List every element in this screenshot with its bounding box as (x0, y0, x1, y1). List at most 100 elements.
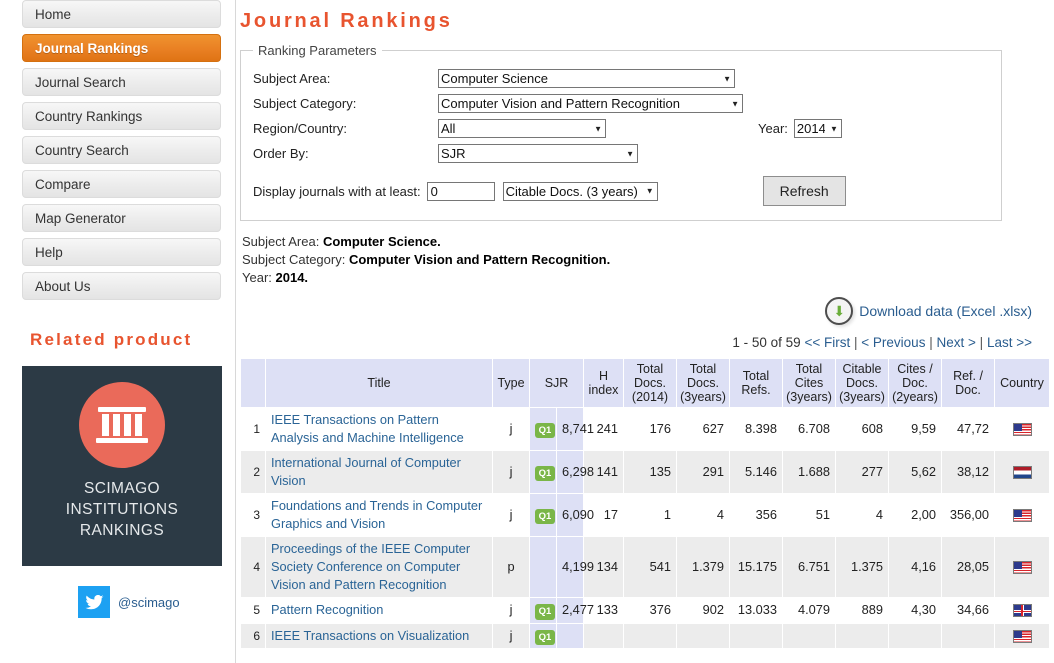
subject-area-select[interactable]: Computer Science (438, 69, 735, 88)
row-cites-per-doc (888, 622, 942, 649)
row-sjr: 4,199 (556, 536, 594, 598)
journal-title-link[interactable]: IEEE Transactions on Pattern Analysis an… (271, 412, 464, 445)
col-total-docs-3years[interactable]: Total Docs. (3years) (676, 358, 730, 408)
col-h-index[interactable]: H index (583, 358, 624, 408)
row-total-refs: 13.033 (729, 597, 783, 624)
sidebar-item-journal-rankings[interactable]: Journal Rankings (22, 34, 221, 62)
related-product-heading: Related product (30, 330, 193, 349)
row-index: 1 (240, 407, 266, 451)
row-sjr: 6,298 (556, 450, 594, 494)
sidebar-item-help[interactable]: Help (22, 238, 221, 266)
region-country-select[interactable]: All (438, 119, 606, 138)
rankings-table-wrap: Title Type SJR H index Total Docs. (2014… (240, 358, 1050, 649)
row-cites-per-doc: 2,00 (888, 493, 942, 537)
row-sjr: 8,741 (556, 407, 594, 451)
journal-title-link[interactable]: Foundations and Trends in Computer Graph… (271, 498, 482, 531)
sidebar-item-journal-search[interactable]: Journal Search (22, 68, 221, 96)
col-citable-docs-3years[interactable]: Citable Docs. (3years) (835, 358, 889, 408)
pagination-previous[interactable]: < Previous (861, 335, 925, 350)
pagination: 1 - 50 of 59 << First | < Previous | Nex… (240, 335, 1040, 350)
journal-title-link[interactable]: Proceedings of the IEEE Computer Society… (271, 541, 470, 592)
journal-title-link[interactable]: International Journal of Computer Vision (271, 455, 461, 488)
twitter-handle: @scimago (118, 594, 180, 610)
row-total-docs-3years: 291 (676, 450, 730, 494)
year-select[interactable]: 2014 (793, 119, 842, 138)
sidebar-item-about-us[interactable]: About Us (22, 272, 221, 300)
row-total-refs: 356 (729, 493, 783, 537)
table-row: 1 IEEE Transactions on Pattern Analysis … (240, 407, 1050, 451)
row-quartile: Q1 (529, 622, 557, 649)
order-by-select[interactable]: SJR (438, 144, 638, 163)
subject-category-select[interactable]: Computer Vision and Pattern Recognition (438, 94, 743, 113)
table-row: 5 Pattern Recognition j Q1 2,477 133 376… (240, 597, 1050, 624)
row-index: 6 (240, 622, 266, 649)
ranking-parameters-panel: Ranking Parameters Subject Area: Compute… (240, 43, 1002, 221)
table-row: 3 Foundations and Trends in Computer Gra… (240, 493, 1050, 537)
row-type: j (492, 622, 530, 649)
row-total-docs-2014: 376 (623, 597, 677, 624)
col-cites-per-doc-2years[interactable]: Cites / Doc. (2years) (888, 358, 942, 408)
sidebar-item-label: Map Generator (35, 211, 126, 226)
pagination-first[interactable]: << First (804, 335, 850, 350)
twitter-link[interactable]: @scimago (78, 586, 221, 618)
sidebar-item-label: Home (35, 7, 72, 22)
subject-area-row: Subject Area: Computer Science (253, 68, 989, 89)
pagination-next[interactable]: Next > (937, 335, 976, 350)
sidebar-item-label: Journal Rankings (35, 41, 149, 56)
row-total-docs-2014: 176 (623, 407, 677, 451)
subject-category-select-wrap: Computer Vision and Pattern Recognition (438, 94, 743, 113)
sidebar-item-country-search[interactable]: Country Search (22, 136, 221, 164)
subject-area-select-wrap: Computer Science (438, 69, 735, 88)
row-total-docs-3years: 1.379 (676, 536, 730, 598)
download-data-link[interactable]: Download data (Excel .xlsx) (859, 303, 1032, 319)
main-content: Journal Rankings Ranking Parameters Subj… (236, 0, 1054, 663)
threshold-metric-select[interactable]: Citable Docs. (3 years) (502, 181, 658, 201)
col-type[interactable]: Type (492, 358, 530, 408)
row-quartile: Q1 (529, 493, 557, 537)
row-h-index (583, 622, 624, 649)
flag-netherlands-icon (1012, 466, 1032, 480)
sidebar-item-country-rankings[interactable]: Country Rankings (22, 102, 221, 130)
row-index: 2 (240, 450, 266, 494)
display-threshold-row: Display journals with at least: Citable … (253, 176, 989, 206)
row-total-docs-2014: 1 (623, 493, 677, 537)
col-title[interactable]: Title (265, 358, 493, 408)
sidebar-item-map-generator[interactable]: Map Generator (22, 204, 221, 232)
table-row: 2 International Journal of Computer Visi… (240, 450, 1050, 494)
row-total-docs-2014: 541 (623, 536, 677, 598)
row-sjr: 2,477 (556, 597, 594, 624)
col-country[interactable]: Country (994, 358, 1050, 408)
quartile-badge: Q1 (535, 422, 555, 439)
col-refs-per-doc[interactable]: Ref. / Doc. (941, 358, 995, 408)
col-total-docs-2014[interactable]: Total Docs. (2014) (623, 358, 677, 408)
refresh-button[interactable]: Refresh (762, 176, 846, 206)
col-sjr[interactable]: SJR (529, 358, 584, 408)
summary-subject-category-value: Computer Vision and Pattern Recognition. (348, 252, 611, 267)
quartile-badge: Q1 (535, 604, 555, 620)
row-total-cites-3years: 51 (782, 493, 836, 537)
related-product-card[interactable]: SCIMAGO INSTITUTIONS RANKINGS (22, 366, 222, 566)
journal-title-link[interactable]: IEEE Transactions on Visualization (271, 628, 469, 643)
download-arrow-icon[interactable]: ⬇ (825, 297, 854, 325)
row-index: 3 (240, 493, 266, 537)
flag-united-states-icon (1012, 629, 1032, 643)
col-total-cites-3years[interactable]: Total Cites (3years) (782, 358, 836, 408)
col-index[interactable] (240, 358, 266, 408)
flag-united-kingdom-icon (1012, 604, 1032, 618)
row-refs-per-doc: 356,00 (941, 493, 995, 537)
quartile-badge: Q1 (535, 508, 555, 525)
pagination-last[interactable]: Last >> (987, 335, 1032, 350)
row-country (994, 450, 1050, 494)
journal-title-link[interactable]: Pattern Recognition (271, 602, 383, 617)
row-total-docs-2014: 135 (623, 450, 677, 494)
col-total-refs[interactable]: Total Refs. (729, 358, 783, 408)
sidebar-item-compare[interactable]: Compare (22, 170, 221, 198)
row-total-cites-3years: 4.079 (782, 597, 836, 624)
pagination-sep-3: | (979, 335, 984, 350)
page-title: Journal Rankings (240, 10, 453, 32)
sidebar-item-label: Country Rankings (35, 109, 143, 124)
sidebar-item-home[interactable]: Home (22, 0, 221, 28)
row-refs-per-doc: 47,72 (941, 407, 995, 451)
display-threshold-input[interactable] (426, 181, 495, 201)
row-type: j (492, 407, 530, 451)
